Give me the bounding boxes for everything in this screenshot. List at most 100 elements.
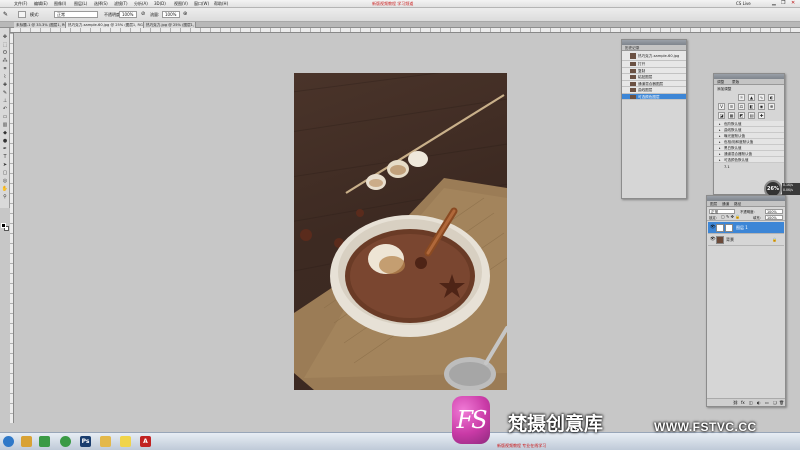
move-tool-icon[interactable]: ✥ — [1, 34, 9, 40]
blur-tool-icon[interactable]: ◆ — [1, 130, 9, 136]
menu-window[interactable]: 窗口(W) — [194, 1, 209, 7]
chrome-icon[interactable] — [39, 436, 50, 447]
flow-field[interactable]: 100% — [162, 11, 180, 18]
layer-fill-field[interactable]: 100% — [765, 215, 783, 220]
menu-analysis[interactable]: 分析(A) — [134, 1, 148, 7]
menu-help[interactable]: 帮助(H) — [214, 1, 228, 7]
visibility-eye-icon[interactable]: 👁 — [710, 237, 716, 242]
mode-select[interactable]: 正常 — [54, 11, 98, 18]
close-icon[interactable]: ✕ — [791, 0, 795, 6]
healing-brush-tool-icon[interactable]: ✚ — [1, 82, 9, 88]
workspace-label[interactable]: CS Live — [736, 1, 751, 6]
marquee-tool-icon[interactable]: ⬚ — [1, 42, 9, 48]
clone-stamp-tool-icon[interactable]: ⊥ — [1, 98, 9, 104]
adjustment-preset-label: 色阶默认值 — [724, 122, 742, 126]
color-balance-icon[interactable]: ⚖ — [738, 103, 745, 110]
shape-tool-icon[interactable]: ▢ — [1, 170, 9, 176]
vibrance-icon[interactable]: V — [718, 103, 725, 110]
lasso-tool-icon[interactable]: ʘ — [1, 50, 9, 56]
path-selection-tool-icon[interactable]: ➤ — [1, 162, 9, 168]
menu-image[interactable]: 图像(I) — [54, 1, 66, 7]
watermark-url: WWW.FSTVC.CC — [654, 420, 757, 434]
hand-tool-icon[interactable]: ✋ — [1, 186, 9, 192]
hue-saturation-icon[interactable]: ≡ — [728, 103, 735, 110]
speed-percent: 26% — [767, 186, 779, 192]
photoshop-icon[interactable]: Ps — [80, 436, 91, 447]
menu-view[interactable]: 视图(V) — [174, 1, 188, 7]
selective-color-icon[interactable]: ✚ — [758, 112, 765, 119]
explorer-icon[interactable] — [21, 436, 32, 447]
history-item-label: 曲线图层 — [638, 88, 653, 92]
gradient-map-icon[interactable]: ▤ — [748, 112, 755, 119]
brush-preset-picker[interactable] — [18, 11, 26, 18]
link-layers-icon[interactable]: ⛓ — [733, 400, 738, 405]
trash-icon[interactable]: 🗑 — [779, 400, 784, 405]
pressure-opacity-icon[interactable]: ⊘ — [141, 11, 145, 17]
posterize-icon[interactable]: ▦ — [728, 112, 735, 119]
opacity-label: 不透明度: — [740, 210, 755, 214]
type-tool-icon[interactable]: T — [1, 154, 9, 160]
threshold-icon[interactable]: ◩ — [738, 112, 745, 119]
history-state-icon — [630, 75, 636, 79]
airbrush-icon[interactable]: ⊛ — [183, 11, 187, 17]
layer-style-icon[interactable]: fx — [741, 400, 745, 405]
new-layer-icon[interactable]: ❏ — [773, 400, 777, 405]
brightness-icon[interactable]: ☼ — [738, 94, 745, 101]
layer-opacity-field[interactable]: 100% — [765, 209, 783, 214]
restore-icon[interactable]: ❐ — [781, 0, 785, 6]
folder-icon[interactable] — [100, 436, 111, 447]
browser-icon[interactable] — [60, 436, 71, 447]
opacity-field[interactable]: 100% — [119, 11, 137, 18]
black-white-icon[interactable]: ◧ — [748, 103, 755, 110]
foreground-color-swatch[interactable] — [1, 223, 6, 228]
vertical-ruler[interactable] — [10, 33, 14, 423]
eyedropper-tool-icon[interactable]: ⌇ — [1, 74, 9, 80]
history-snapshot[interactable]: 热巧克力-sample-60.jpg — [622, 51, 686, 61]
menu-3d[interactable]: 3D(D) — [154, 1, 166, 6]
sticky-notes-icon[interactable] — [120, 436, 131, 447]
invert-icon[interactable]: ◪ — [718, 112, 725, 119]
channel-mixer-icon[interactable]: ⊕ — [768, 103, 775, 110]
gradient-tool-icon[interactable]: ▥ — [1, 122, 9, 128]
menu-file[interactable]: 文件(F) — [14, 1, 27, 7]
document-canvas[interactable] — [294, 73, 507, 390]
menu-filter[interactable]: 滤镜(T) — [114, 1, 128, 7]
zoom-tool-icon[interactable]: ⚲ — [1, 194, 9, 200]
3d-rotate-tool-icon[interactable]: ◎ — [1, 178, 9, 184]
brush-tool-icon[interactable]: ✎ — [3, 11, 8, 18]
menu-select[interactable]: 选择(S) — [94, 1, 108, 7]
fs-logo-text: FS — [456, 406, 487, 434]
levels-icon[interactable]: ▲ — [748, 94, 755, 101]
dodge-tool-icon[interactable]: ● — [1, 138, 9, 144]
crop-tool-icon[interactable]: ⌗ — [1, 66, 9, 72]
brush-tool-icon[interactable]: ✎ — [1, 90, 9, 96]
history-item-selected[interactable]: 可选颜色图层 — [622, 93, 686, 100]
menu-layer[interactable]: 图层(L) — [74, 1, 87, 7]
adjustment-layer-icon[interactable]: ◐ — [757, 400, 761, 405]
group-icon[interactable]: ▭ — [765, 400, 769, 405]
horizontal-ruler[interactable] — [10, 28, 800, 33]
add-mask-icon[interactable]: ◫ — [749, 400, 753, 405]
add-adjustment-label: 添加调整 — [717, 87, 732, 91]
adjustments-footer: 7.1 — [714, 163, 784, 171]
acrobat-icon[interactable]: A — [140, 436, 151, 447]
lock-icons[interactable]: ▢ ✎ ✥ 🔒 — [721, 214, 740, 219]
magic-wand-tool-icon[interactable]: ⁂ — [1, 58, 9, 64]
layers-panel: 图层 通道 路径 正常 不透明度: 100% 锁定: ▢ ✎ ✥ 🔒 填充: 1… — [706, 195, 786, 407]
eraser-tool-icon[interactable]: ▭ — [1, 114, 9, 120]
history-brush-tool-icon[interactable]: ↶ — [1, 106, 9, 112]
minimize-icon[interactable]: ▁ — [772, 0, 776, 6]
exposure-icon[interactable]: ◐ — [768, 94, 775, 101]
photo-filter-icon[interactable]: ◉ — [758, 103, 765, 110]
menu-edit[interactable]: 编辑(E) — [34, 1, 48, 7]
history-item-label: 粘贴图层 — [638, 75, 653, 79]
start-button[interactable] — [3, 436, 14, 447]
layer-row-selected[interactable]: 👁 图层 1 — [708, 222, 784, 234]
lock-label: 锁定: — [709, 216, 717, 220]
curves-icon[interactable]: ∿ — [758, 94, 765, 101]
layer-mask-thumbnail — [725, 224, 733, 232]
visibility-eye-icon[interactable]: 👁 — [710, 225, 716, 230]
pen-tool-icon[interactable]: ✒ — [1, 146, 9, 152]
layer-row[interactable]: 👁 背景 🔒 — [708, 234, 784, 246]
history-state-icon — [630, 81, 636, 86]
